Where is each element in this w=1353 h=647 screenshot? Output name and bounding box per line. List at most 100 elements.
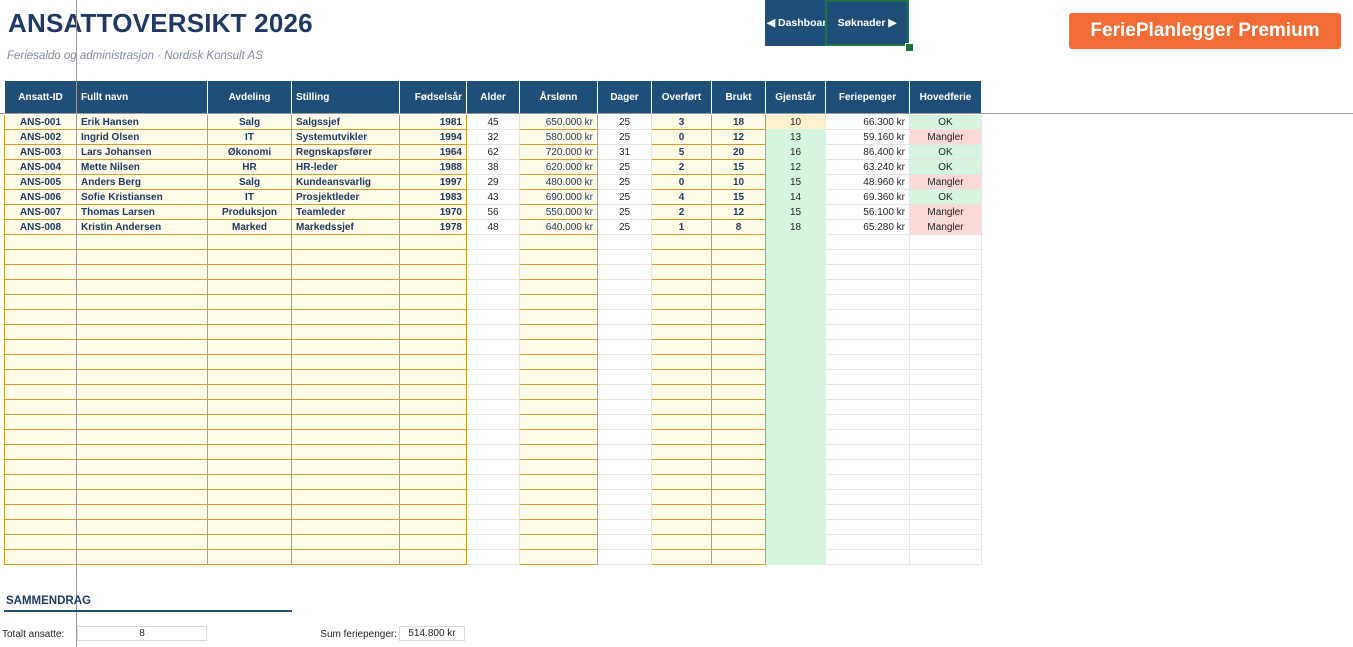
table-cell[interactable]: 48.960 kr	[825, 174, 910, 190]
table-cell[interactable]	[4, 504, 77, 520]
table-cell[interactable]	[207, 534, 292, 550]
table-cell[interactable]	[4, 459, 77, 475]
table-cell[interactable]	[291, 504, 400, 520]
table-cell[interactable]	[825, 519, 910, 535]
table-cell[interactable]: 2	[651, 204, 712, 220]
table-cell[interactable]	[466, 369, 520, 385]
table-cell[interactable]: 45	[466, 114, 520, 130]
table-cell[interactable]	[466, 384, 520, 400]
table-cell[interactable]	[711, 549, 766, 565]
table-cell[interactable]	[519, 249, 598, 265]
table-cell[interactable]: 15	[711, 189, 766, 205]
table-cell[interactable]	[909, 489, 982, 505]
table-cell[interactable]	[909, 444, 982, 460]
table-cell[interactable]	[651, 474, 712, 490]
table-cell[interactable]: 1978	[399, 219, 467, 235]
table-cell[interactable]	[909, 399, 982, 415]
table-cell[interactable]	[207, 369, 292, 385]
table-cell[interactable]	[519, 489, 598, 505]
table-cell[interactable]: 18	[765, 219, 826, 235]
table-cell[interactable]	[207, 249, 292, 265]
column-header[interactable]: Dager	[597, 80, 652, 115]
table-cell[interactable]: 18	[711, 114, 766, 130]
column-header[interactable]: Fødselsår	[399, 80, 467, 115]
table-cell[interactable]: 480.000 kr	[519, 174, 598, 190]
table-cell[interactable]: ANS-001	[4, 114, 77, 130]
table-cell[interactable]	[4, 399, 77, 415]
table-cell[interactable]	[825, 369, 910, 385]
table-cell[interactable]: 66.300 kr	[825, 114, 910, 130]
table-cell[interactable]: Prosjektleder	[291, 189, 400, 205]
table-cell[interactable]: 25	[597, 204, 652, 220]
table-cell[interactable]	[4, 249, 77, 265]
table-cell[interactable]	[519, 459, 598, 475]
table-cell[interactable]: 1983	[399, 189, 467, 205]
table-cell[interactable]: 12	[711, 204, 766, 220]
table-cell[interactable]	[711, 444, 766, 460]
table-cell[interactable]	[909, 264, 982, 280]
table-cell[interactable]	[76, 489, 208, 505]
table-cell[interactable]	[765, 504, 826, 520]
table-cell[interactable]: 29	[466, 174, 520, 190]
premium-banner-button[interactable]: FeriePlanlegger Premium	[1069, 13, 1341, 49]
table-cell[interactable]	[651, 549, 712, 565]
table-cell[interactable]	[519, 414, 598, 430]
table-cell[interactable]: 1988	[399, 159, 467, 175]
table-cell[interactable]	[466, 399, 520, 415]
table-cell[interactable]	[4, 549, 77, 565]
table-cell[interactable]	[399, 474, 467, 490]
table-cell[interactable]	[651, 444, 712, 460]
table-cell[interactable]	[597, 549, 652, 565]
table-cell[interactable]	[76, 414, 208, 430]
table-cell[interactable]	[597, 354, 652, 370]
table-cell[interactable]	[291, 384, 400, 400]
table-cell[interactable]	[825, 354, 910, 370]
table-cell[interactable]	[207, 414, 292, 430]
table-cell[interactable]: 15	[765, 204, 826, 220]
table-cell[interactable]: 720.000 kr	[519, 144, 598, 160]
table-cell[interactable]	[207, 474, 292, 490]
table-cell[interactable]: Økonomi	[207, 144, 292, 160]
table-cell[interactable]	[825, 429, 910, 445]
table-cell[interactable]	[597, 339, 652, 355]
table-cell[interactable]: 25	[597, 114, 652, 130]
table-cell[interactable]	[597, 534, 652, 550]
table-cell[interactable]	[597, 459, 652, 475]
table-cell[interactable]: 25	[597, 129, 652, 145]
table-cell[interactable]	[909, 414, 982, 430]
table-cell[interactable]	[519, 384, 598, 400]
table-cell[interactable]	[711, 474, 766, 490]
table-cell[interactable]	[399, 369, 467, 385]
table-cell[interactable]	[597, 264, 652, 280]
table-cell[interactable]: Anders Berg	[76, 174, 208, 190]
table-cell[interactable]	[291, 519, 400, 535]
table-cell[interactable]	[4, 354, 77, 370]
table-cell[interactable]	[4, 519, 77, 535]
table-cell[interactable]	[651, 249, 712, 265]
table-cell[interactable]: Mangler	[909, 129, 982, 145]
table-cell[interactable]	[291, 294, 400, 310]
table-cell[interactable]: 0	[651, 129, 712, 145]
table-cell[interactable]	[519, 444, 598, 460]
table-cell[interactable]	[597, 309, 652, 325]
table-cell[interactable]: ANS-003	[4, 144, 77, 160]
table-cell[interactable]	[399, 414, 467, 430]
table-cell[interactable]: 550.000 kr	[519, 204, 598, 220]
table-cell[interactable]	[519, 429, 598, 445]
table-cell[interactable]	[651, 459, 712, 475]
table-cell[interactable]	[466, 474, 520, 490]
table-cell[interactable]	[909, 504, 982, 520]
table-cell[interactable]: 1981	[399, 114, 467, 130]
table-cell[interactable]	[597, 504, 652, 520]
table-cell[interactable]: 59.160 kr	[825, 129, 910, 145]
table-cell[interactable]	[651, 429, 712, 445]
table-cell[interactable]	[651, 309, 712, 325]
table-cell[interactable]	[76, 264, 208, 280]
table-cell[interactable]	[291, 429, 400, 445]
table-cell[interactable]	[597, 474, 652, 490]
table-cell[interactable]	[76, 384, 208, 400]
table-cell[interactable]	[76, 534, 208, 550]
table-cell[interactable]	[909, 324, 982, 340]
table-cell[interactable]	[711, 324, 766, 340]
table-cell[interactable]	[825, 534, 910, 550]
